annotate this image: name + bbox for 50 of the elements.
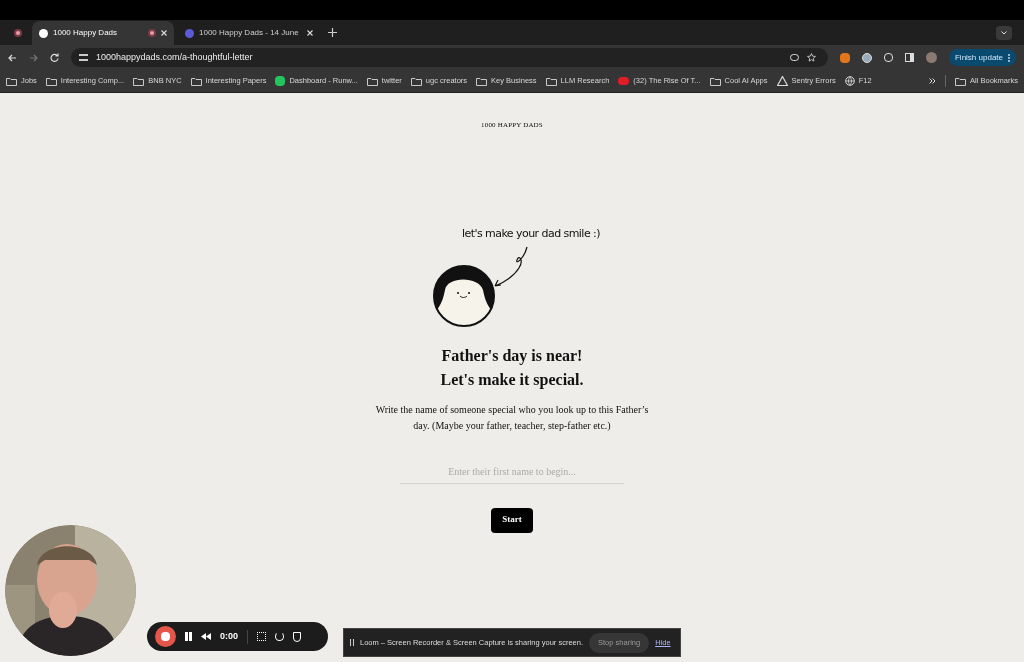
speech-text: let's make your dad smile :) <box>462 225 600 242</box>
close-icon[interactable] <box>161 30 167 36</box>
double-chevron-icon[interactable] <box>929 78 937 84</box>
folder-icon <box>545 76 557 86</box>
folder-icon <box>410 76 422 86</box>
folder-icon <box>955 76 967 86</box>
name-input-field[interactable]: Enter their first name to begin... <box>400 459 624 484</box>
folder-icon <box>190 76 202 86</box>
smiling-face-drawing <box>433 264 495 327</box>
tab-title: 1000 Happy Dads <box>53 27 119 39</box>
folder-icon <box>6 76 17 86</box>
globe-extension-icon[interactable] <box>861 52 872 63</box>
recording-icon <box>148 29 156 37</box>
tab-title: 1000 Happy Dads - 14 June <box>199 27 300 39</box>
triangle-icon <box>776 76 788 86</box>
back-arrow-icon[interactable] <box>8 53 17 62</box>
folder-icon <box>133 76 145 86</box>
folder-icon <box>45 76 57 86</box>
star-icon[interactable] <box>806 53 816 62</box>
timer: 0:00 <box>220 629 238 643</box>
folder-icon <box>476 76 488 86</box>
chevron-down-icon[interactable] <box>996 26 1012 40</box>
plus-icon[interactable] <box>328 28 337 37</box>
globe-icon <box>844 76 855 86</box>
address-bar[interactable]: 1000happydads.com/a-thoughtful-letter <box>71 48 828 67</box>
avatar[interactable] <box>925 52 937 63</box>
side-panel-icon[interactable] <box>904 53 914 62</box>
reload-icon[interactable] <box>50 53 59 62</box>
browser-tab[interactable]: 1000 Happy Dads <box>32 21 174 45</box>
folder-icon <box>709 76 721 86</box>
finish-update-button[interactable]: Finish update <box>948 49 1016 66</box>
close-icon[interactable] <box>307 30 313 36</box>
forward-arrow-icon[interactable] <box>29 53 38 62</box>
start-button[interactable]: Start <box>491 507 533 533</box>
stop-record-button[interactable] <box>155 626 176 647</box>
browser-tab[interactable]: 1000 Happy Dads - 14 June <box>178 21 320 45</box>
site-settings-icon <box>79 54 88 61</box>
video-play-icon <box>618 77 630 85</box>
url-text: 1000happydads.com/a-thoughtful-letter <box>96 50 254 64</box>
pause-icon[interactable] <box>185 632 192 641</box>
heading: Father's day is near! <box>441 345 583 366</box>
app-logo-icon <box>275 76 286 86</box>
rewind-icon[interactable] <box>201 633 211 640</box>
recording-icon[interactable] <box>14 29 22 37</box>
heading: Let's make it special. <box>440 369 584 390</box>
folder-icon <box>366 76 378 86</box>
pause-icon <box>350 639 354 646</box>
grid-icon[interactable] <box>257 632 266 641</box>
description: Write the name of someone special who you look up to this Father’s day. (Maybe your father, teacher, step-father etc.) <box>374 402 650 433</box>
fox-extension-icon[interactable] <box>839 52 850 63</box>
